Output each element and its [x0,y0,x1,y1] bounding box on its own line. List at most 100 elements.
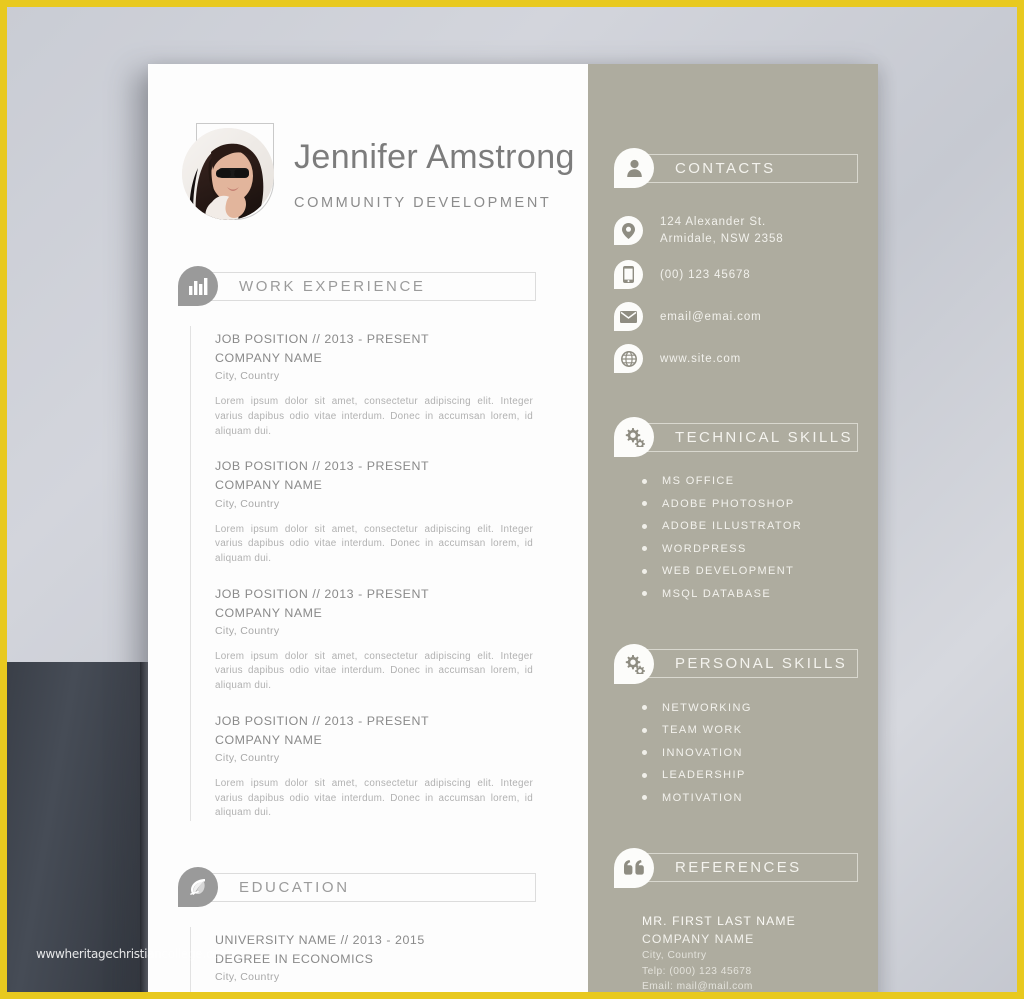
section-title-work-experience: WORK EXPERIENCE [239,277,426,295]
personal-skills-list: NETWORKING TEAM WORK INNOVATION LEADERSH… [642,702,878,804]
section-title-technical-skills: TECHNICAL SKILLS [675,428,853,446]
contact-row-email[interactable]: email@emai.com [614,302,878,332]
contact-row-website[interactable]: www.site.com [614,344,878,374]
job-location: City, Country [215,752,280,765]
bullet-icon [642,501,647,507]
education-degree: DEGREE IN ECONOMICS [215,952,374,967]
bullet-icon [642,727,647,733]
bullet-icon [642,795,647,801]
quote-badge [614,847,654,888]
globe-icon [620,350,637,367]
technical-skill-label: MSQL DATABASE [662,587,772,600]
address-line-1: 124 Alexander St. [660,216,767,228]
watermark-text: wwwheritagechristian [36,947,162,961]
envelope-badge [614,302,643,332]
address-line-2: Armidale, NSW 2358 [660,232,784,245]
job-entry: JOB POSITION // 2013 - PRESENT COMPANY N… [215,457,588,566]
contact-row-address[interactable]: 124 Alexander St. Armidale, NSW 2358 [614,214,878,247]
job-description: Lorem ipsum dolor sit amet, consectetur … [215,650,533,692]
contact-text-phone: (00) 123 45678 [660,268,751,281]
contact-text-address: 124 Alexander St. Armidale, NSW 2358 [660,214,784,247]
job-company: COMPANY NAME [215,732,323,747]
section-header-education: EDUCATION [178,867,588,907]
contacts-list: 124 Alexander St. Armidale, NSW 2358 (00… [614,214,878,374]
section-header-contacts: CONTACTS [614,148,878,188]
personal-skill-label: LEADERSHIP [662,769,746,782]
reference-phone: Telp: (000) 123 45678 [642,965,752,977]
bullet-icon [642,568,647,574]
list-item: ADOBE ILLUSTRATOR [642,520,878,532]
section-header-work-experience: WORK EXPERIENCE [178,266,588,306]
quill-icon [190,879,205,895]
section-title-box-education: EDUCATION [206,872,536,902]
frame-border-bottom [0,992,1024,999]
gears-icon [625,654,645,674]
technical-skills-list: MS OFFICE ADOBE PHOTOSHOP ADOBE ILLUSTRA… [642,475,878,600]
job-position: JOB POSITION // 2013 - PRESENT [215,459,430,474]
list-item: INNOVATION [642,747,878,759]
section-title-box-contacts: CONTACTS [642,153,858,183]
education-school: UNIVERSITY NAME // 2013 - 2015 [215,933,425,947]
list-item: TEAM WORK [642,724,878,736]
job-position: JOB POSITION // 2013 - PRESENT [215,332,430,346]
resume-page: Jennifer Amstrong COMMUNITY DEVELOPMENT … [148,64,878,999]
section-title-personal-skills: PERSONAL SKILLS [675,655,848,673]
job-entry: JOB POSITION // 2013 - PRESENT COMPANY N… [215,330,588,439]
job-entry: JOB POSITION // 2013 - PRESENT COMPANY N… [215,712,588,821]
profile-photo-icon [182,128,274,220]
frame-border-top [0,0,1024,7]
list-item: NETWORKING [642,702,878,714]
gears-icon [625,428,645,448]
resume-header: Jennifer Amstrong COMMUNITY DEVELOPMENT [148,64,588,220]
technical-skill-label: ADOBE PHOTOSHOP [662,497,795,510]
work-experience-timeline: JOB POSITION // 2013 - PRESENT COMPANY N… [190,326,588,821]
personal-skill-label: TEAM WORK [662,724,743,737]
education-location: City, Country [215,971,280,984]
avatar [182,128,274,220]
technical-skill-label: MS OFFICE [662,475,735,488]
header-subtitle: COMMUNITY DEVELOPMENT [294,194,552,211]
contact-row-phone[interactable]: (00) 123 45678 [614,260,878,290]
quote-icon [624,860,644,875]
mobile-phone-badge [614,260,643,290]
background-dark-document [7,662,147,992]
section-title-box-personal-skills: PERSONAL SKILLS [642,649,858,679]
technical-skill-label: WORDPRESS [662,542,747,555]
contact-text-email: email@emai.com [660,310,762,323]
person-icon [626,159,642,177]
personal-skill-label: MOTIVATION [662,791,743,804]
job-company: COMPANY NAME [215,478,323,493]
job-position: JOB POSITION // 2013 - PRESENT [215,713,430,728]
bullet-icon [642,523,647,529]
list-item: MOTIVATION [642,792,878,804]
section-title-education: EDUCATION [239,878,350,896]
section-header-personal-skills: PERSONAL SKILLS [614,643,878,684]
location-pin-icon [622,222,635,239]
page-title: Jennifer Amstrong [294,138,575,177]
job-location: City, Country [215,497,280,510]
education-timeline: UNIVERSITY NAME // 2013 - 2015 DEGREE IN… [190,927,588,999]
personal-skill-label: NETWORKING [662,701,752,714]
job-description: Lorem ipsum dolor sit amet, consectetur … [215,396,533,437]
job-entry: JOB POSITION // 2013 - PRESENT COMPANY N… [215,585,588,694]
reference-company: COMPANY NAME [642,932,755,947]
section-title-box-work-experience: WORK EXPERIENCE [206,271,536,301]
job-description: Lorem ipsum dolor sit amet, consectetur … [215,523,533,564]
section-header-technical-skills: TECHNICAL SKILLS [614,417,878,458]
globe-badge [614,344,643,374]
list-item: LEADERSHIP [642,769,878,781]
envelope-icon [620,310,637,323]
reference-name: MR. FIRST LAST NAME [642,913,796,928]
header-text: Jennifer Amstrong COMMUNITY DEVELOPMENT [294,137,575,210]
list-item: ADOBE PHOTOSHOP [642,498,878,510]
quill-badge [178,867,218,907]
job-location: City, Country [215,370,280,383]
person-badge [614,148,654,188]
watermark-text-faded: college.com [161,947,231,961]
job-location: City, Country [215,624,280,637]
main-column: Jennifer Amstrong COMMUNITY DEVELOPMENT … [148,64,588,999]
list-item: MS OFFICE [642,475,878,487]
reference-location: City, Country [642,950,707,962]
reference-entry: MR. FIRST LAST NAME COMPANY NAME City, C… [642,912,878,995]
frame-border-right [1017,0,1024,999]
